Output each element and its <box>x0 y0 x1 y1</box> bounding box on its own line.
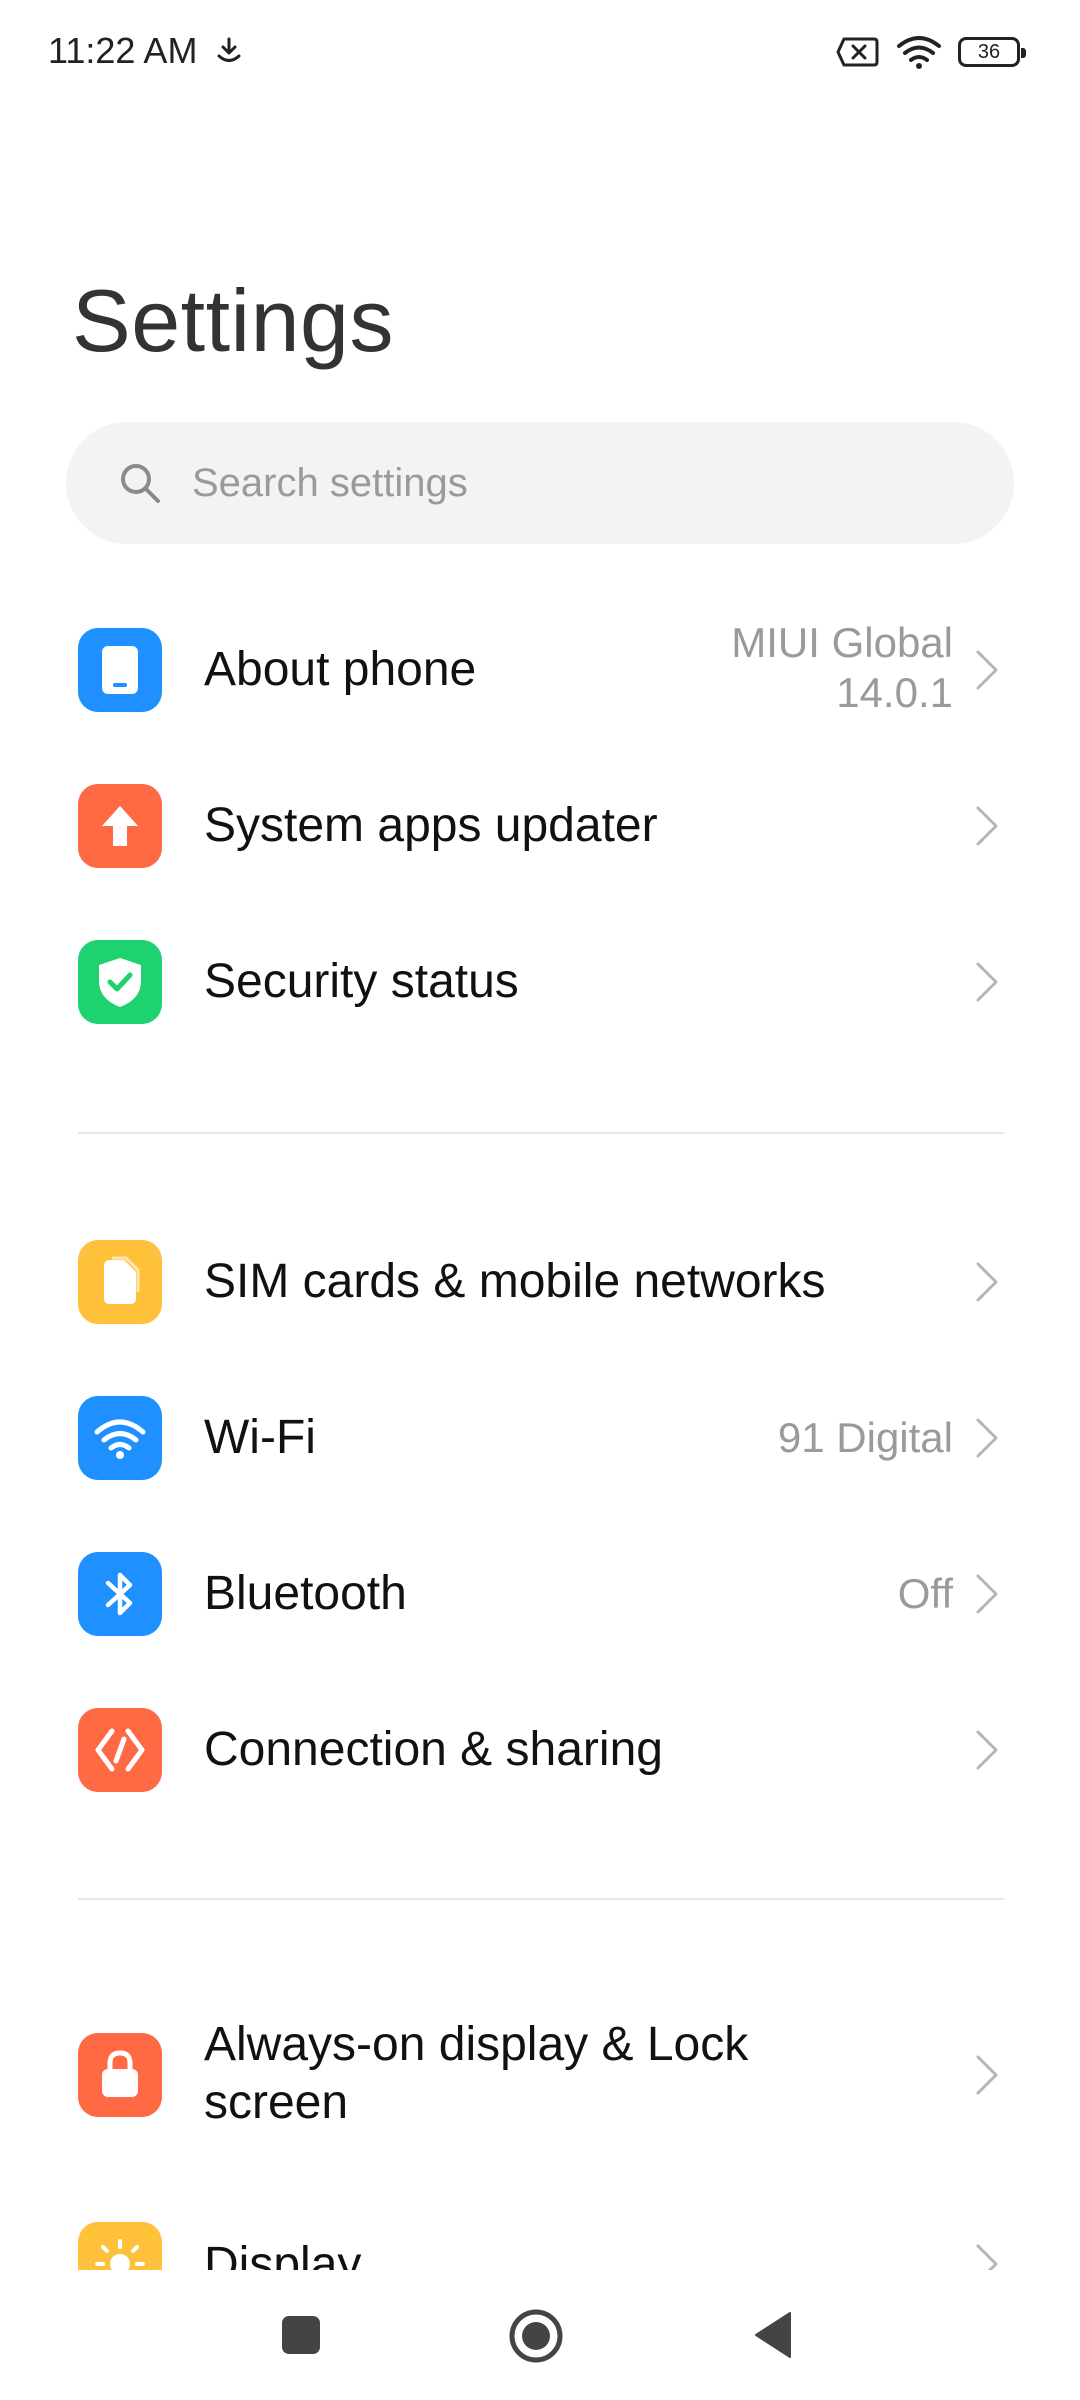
section-divider <box>78 1132 1004 1134</box>
chevron-right-icon <box>976 806 998 846</box>
status-bar: 11:22 AM 36 <box>0 0 1080 110</box>
navigation-bar <box>0 2270 1080 2400</box>
search-placeholder: Search settings <box>192 460 468 505</box>
home-icon[interactable] <box>508 2308 564 2364</box>
bluetooth-value: Off <box>897 1570 953 1617</box>
settings-item-display-clip: Display <box>0 2170 1080 2270</box>
section-divider <box>78 1898 1004 1900</box>
arrow-up-icon <box>78 784 162 868</box>
system-apps-updater-label: System apps updater <box>204 799 658 852</box>
phone-icon <box>78 628 162 712</box>
bluetooth-icon <box>78 1552 162 1636</box>
chevron-right-icon <box>976 1262 998 1302</box>
settings-item-wifi[interactable]: Wi-Fi 91 Digital <box>0 1378 1080 1498</box>
search-icon <box>121 464 160 503</box>
display-label: Display <box>204 2238 362 2270</box>
chevron-right-icon <box>976 1730 998 1770</box>
settings-item-system-apps-updater[interactable]: System apps updater <box>0 766 1080 886</box>
bluetooth-label: Bluetooth <box>204 1567 407 1620</box>
chevron-right-icon <box>976 1574 998 1614</box>
back-icon[interactable] <box>752 2310 794 2360</box>
settings-item-sim-cards[interactable]: SIM cards & mobile networks <box>0 1222 1080 1342</box>
about-phone-value-line1: MIUI Global <box>731 619 953 666</box>
chevron-right-icon <box>976 2055 998 2095</box>
settings-item-connection-sharing[interactable]: Connection & sharing <box>0 1690 1080 1810</box>
chevron-right-icon <box>976 962 998 1002</box>
wifi-value: 91 Digital <box>777 1414 953 1461</box>
wifi-status-icon <box>897 36 941 69</box>
settings-item-display[interactable]: Display <box>0 2170 1080 2270</box>
battery-level: 36 <box>977 40 1001 63</box>
no-sim-icon <box>836 37 879 67</box>
always-on-display-label-line1: Always-on display & Lock <box>204 2018 749 2071</box>
security-status-label: Security status <box>204 955 519 1008</box>
shield-check-icon <box>78 940 162 1024</box>
page-title: Settings <box>72 271 394 370</box>
wifi-label: Wi-Fi <box>204 1411 316 1464</box>
settings-item-bluetooth[interactable]: Bluetooth Off <box>0 1534 1080 1654</box>
sun-icon <box>78 2222 162 2270</box>
settings-item-security-status[interactable]: Security status <box>0 922 1080 1042</box>
settings-item-about-phone[interactable]: About phone MIUI Global 14.0.1 <box>0 610 1080 730</box>
download-icon <box>217 37 241 62</box>
status-time: 11:22 AM <box>48 30 198 71</box>
recents-icon[interactable] <box>280 2314 322 2356</box>
sim-cards-label: SIM cards & mobile networks <box>204 1255 826 1308</box>
chevron-right-icon <box>976 2244 998 2270</box>
sim-card-icon <box>78 1240 162 1324</box>
connection-icon <box>78 1708 162 1792</box>
search-bar[interactable]: Search settings <box>66 422 1014 544</box>
about-phone-label: About phone <box>204 643 477 696</box>
chevron-right-icon <box>976 650 998 690</box>
status-icons: 36 <box>836 34 1026 70</box>
settings-item-always-on-display[interactable]: Always-on display & Lock screen <box>0 2010 1080 2140</box>
wifi-icon <box>78 1396 162 1480</box>
connection-sharing-label: Connection & sharing <box>204 1723 663 1776</box>
chevron-right-icon <box>976 1418 998 1458</box>
battery-indicator: 36 <box>958 37 1026 67</box>
lock-icon <box>78 2033 162 2117</box>
always-on-display-label-line2: screen <box>204 2076 349 2129</box>
about-phone-value-line2: 14.0.1 <box>836 669 953 716</box>
